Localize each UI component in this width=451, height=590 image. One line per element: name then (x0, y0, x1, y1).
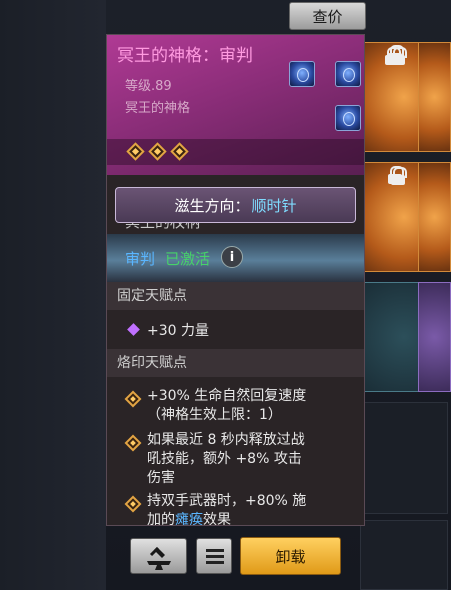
socket-row (107, 139, 364, 165)
menu-icon (206, 549, 224, 552)
keyword-link[interactable]: 瘫痪 (175, 512, 203, 525)
diamond-icon (170, 142, 189, 161)
growth-direction-bar: 滋生方向： 顺时针 (115, 187, 356, 223)
diamond-icon (148, 142, 167, 161)
tooltip-header: 冥王的神格：审判 等级.89 冥王的神格 (107, 35, 364, 175)
growth-direction-label: 滋生方向： (174, 196, 250, 215)
active-skill-name: 审判 (125, 250, 156, 268)
item-title: 冥王的神格：审判 (117, 46, 253, 66)
lock-icon (386, 166, 404, 184)
effect-text: 加的 (147, 512, 175, 526)
item-inspect-screen: 查价 冥王的神格：审判 等级.89 冥王的神格 冥王的权柄 滋生方向： 顺时针 … (0, 0, 451, 590)
effect-text: 效果 (203, 512, 231, 526)
item-subname: 冥王的神格 (125, 101, 191, 116)
active-status-row: 审判 已激活 i (107, 234, 364, 282)
effect-line: +30% 生命自然回复速度 (147, 388, 307, 404)
menu-icon-line (206, 561, 224, 564)
info-icon[interactable]: i (221, 246, 243, 268)
imprint-talent-header: 烙印天赋点 (107, 349, 364, 377)
gem-icon (335, 61, 361, 87)
menu-button[interactable] (196, 538, 232, 574)
left-background-panel (0, 0, 106, 590)
imprint-effect: +30% 生命自然回复速度 （神格生效上限：1） (147, 387, 347, 425)
inventory-slot[interactable] (360, 402, 448, 514)
gem-icon (335, 105, 361, 131)
effect-line: 加的瘫痪效果 (147, 511, 347, 526)
imprint-effect: 如果最近 8 秒内释放过战 吼技能，额外 +8% 攻击 伤害 (147, 431, 347, 488)
fixed-talent-header: 固定天赋点 (107, 282, 364, 310)
unload-button[interactable]: 卸载 (240, 537, 341, 575)
orange-diamond-icon (124, 495, 142, 513)
forge-button[interactable] (130, 538, 187, 574)
gem-icon (289, 61, 315, 87)
item-tooltip: 冥王的神格：审判 等级.89 冥王的神格 冥王的权柄 滋生方向： 顺时针 审判 … (106, 34, 365, 526)
price-check-button[interactable]: 查价 (289, 2, 366, 30)
imprint-effect: 持双手武器时，+80% 施 加的瘫痪效果 (147, 492, 347, 526)
inventory-slot[interactable] (360, 520, 448, 590)
effect-line: 吼技能，额外 +8% 攻击 (147, 451, 302, 467)
diamond-icon (126, 142, 145, 161)
growth-direction-value: 顺时针 (251, 196, 297, 215)
effect-line: 伤害 (147, 470, 175, 486)
effect-line: 持双手武器时，+80% 施 (147, 493, 307, 509)
item-level: 等级.89 (125, 79, 172, 94)
anvil-icon (147, 546, 171, 570)
orange-diamond-icon (124, 434, 142, 452)
inventory-slot[interactable] (418, 42, 451, 152)
orange-diamond-icon (124, 390, 142, 408)
purple-diamond-icon (127, 323, 140, 336)
effect-line: （神格生效上限：1） (147, 407, 282, 423)
inventory-slot[interactable] (418, 162, 451, 272)
effect-line: 如果最近 8 秒内释放过战 (147, 432, 305, 448)
inventory-slot[interactable] (418, 282, 451, 392)
menu-icon-line (206, 555, 224, 558)
lock-icon (386, 45, 404, 63)
fixed-talent-stat: +30 力量 (147, 323, 209, 339)
active-state-label: 已激活 (165, 250, 211, 268)
